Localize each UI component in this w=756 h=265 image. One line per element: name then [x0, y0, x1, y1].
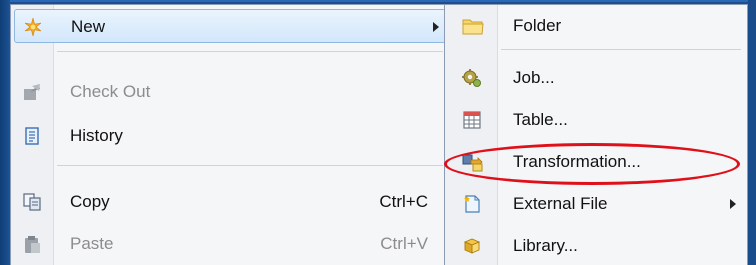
menu-item-history-label: History	[70, 126, 123, 145]
copy-shortcut: Ctrl+C	[379, 192, 428, 211]
paste-icon	[22, 234, 42, 254]
submenu-item-transformation[interactable]: Transformation...	[448, 145, 744, 179]
menu-item-new[interactable]: New	[14, 9, 446, 43]
submenu-item-table-label: Table...	[513, 110, 568, 129]
external-file-icon	[462, 194, 482, 214]
submenu-item-job-label: Job...	[513, 68, 555, 87]
submenu-item-library-label: Library...	[513, 236, 578, 255]
menu-item-paste[interactable]: Paste Ctrl+V	[14, 227, 446, 261]
table-icon	[462, 110, 482, 130]
submenu-item-library[interactable]: Library...	[448, 229, 744, 263]
history-icon	[22, 126, 42, 146]
folder-icon	[462, 16, 484, 36]
paste-shortcut: Ctrl+V	[380, 234, 428, 253]
menu-item-copy[interactable]: Copy Ctrl+C	[14, 185, 446, 219]
submenu-arrow-icon	[730, 199, 736, 209]
desktop-background-top	[0, 0, 756, 2]
submenu-item-external-file-label: External File	[513, 194, 608, 213]
submenu-item-transformation-label: Transformation...	[513, 152, 641, 171]
new-submenu: Folder Job... Table... Transformation...…	[444, 4, 748, 265]
menu-item-check-out-label: Check Out	[70, 82, 151, 101]
copy-icon	[22, 192, 42, 212]
submenu-item-folder-label: Folder	[513, 16, 562, 35]
check-out-icon	[22, 82, 42, 102]
submenu-item-table[interactable]: Table...	[448, 103, 744, 137]
desktop-background-right	[748, 0, 756, 265]
new-sparkle-icon	[23, 17, 43, 37]
menu-item-check-out[interactable]: Check Out	[14, 75, 446, 109]
menu-item-history[interactable]: History	[14, 119, 446, 153]
menu-item-paste-label: Paste	[70, 234, 114, 253]
desktop-background-left	[0, 0, 10, 265]
menu-item-copy-label: Copy	[70, 192, 110, 211]
submenu-item-folder[interactable]: Folder	[448, 9, 744, 43]
submenu-separator	[501, 49, 741, 50]
menu-separator	[57, 165, 443, 166]
transformation-icon	[462, 152, 483, 172]
submenu-item-job[interactable]: Job...	[448, 61, 744, 95]
submenu-arrow-icon	[433, 22, 439, 32]
menu-item-new-label: New	[71, 17, 106, 36]
submenu-item-external-file[interactable]: External File	[448, 187, 744, 221]
library-icon	[462, 236, 482, 256]
job-gear-icon	[462, 68, 482, 88]
menu-separator	[57, 51, 443, 52]
context-menu: New Check Out History Copy Ctrl+C Paste …	[10, 4, 450, 265]
